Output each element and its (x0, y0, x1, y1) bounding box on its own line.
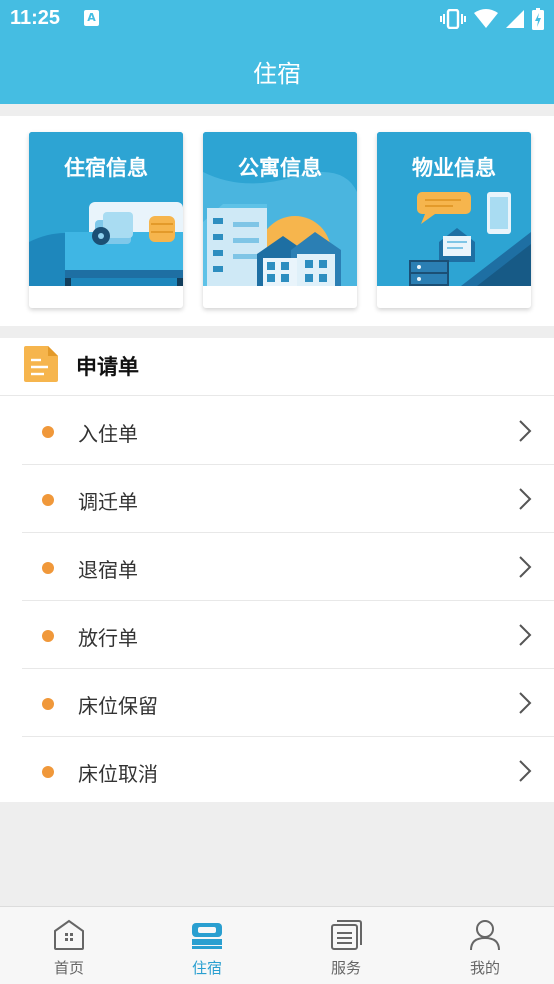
tab-profile[interactable]: 我的 (416, 907, 554, 984)
tab-label: 首页 (53, 959, 84, 977)
list-item-bed-cancel[interactable]: 床位取消 (22, 737, 554, 805)
list-item-label: 退宿单 (78, 558, 138, 582)
services-icon (331, 920, 362, 950)
tab-label: 住宿 (191, 959, 222, 977)
tab-label: 服务 (330, 959, 361, 977)
card-label: 公寓信息 (238, 156, 322, 180)
list-item-transfer[interactable]: 调迁单 (22, 465, 554, 533)
bullet-dot (42, 698, 54, 710)
bullet-dot (42, 630, 54, 642)
applications-title: 申请单 (76, 355, 139, 379)
chevron-right-icon (519, 420, 532, 442)
vibrate-icon (440, 9, 466, 29)
bullet-dot (42, 766, 54, 778)
card-property-info[interactable]: 物业信息 (377, 132, 531, 308)
bed-illustration: 住宿信息 (29, 132, 183, 286)
notification-icon: A (84, 10, 99, 26)
list-item-label: 调迁单 (78, 490, 138, 514)
battery-icon (532, 8, 544, 30)
status-bar: 11:25 A (0, 0, 554, 38)
document-icon (24, 346, 58, 382)
tab-services[interactable]: 服务 (277, 907, 415, 984)
card-label: 住宿信息 (64, 156, 148, 180)
status-time: 11:25 (10, 7, 61, 29)
bed-icon (192, 923, 222, 949)
list-item-check-out[interactable]: 退宿单 (22, 533, 554, 601)
list-item-label: 床位保留 (78, 694, 158, 718)
chevron-right-icon (519, 624, 532, 646)
profile-icon (470, 920, 500, 951)
applications-section: 申请单 入住单 调迁单 退宿单 放行单 床位保留 床位取消 (0, 338, 554, 802)
chevron-right-icon (519, 556, 532, 578)
apartment-illustration: 公寓信息 (203, 132, 357, 286)
status-icons (440, 8, 544, 30)
bullet-dot (42, 562, 54, 574)
list-item-label: 入住单 (78, 422, 138, 446)
page-title: 住宿 (253, 60, 301, 88)
property-illustration: 物业信息 (377, 132, 531, 286)
card-accommodation-info[interactable]: 住宿信息 (29, 132, 183, 308)
app-header: 住宿 (0, 38, 554, 104)
card-apartment-info[interactable]: 公寓信息 (203, 132, 357, 308)
info-cards: 住宿信息 公寓信息 物业信息 (0, 116, 554, 326)
tab-accommodation[interactable]: 住宿 (138, 907, 276, 984)
chevron-right-icon (519, 692, 532, 714)
list-item-label: 床位取消 (78, 762, 158, 786)
home-icon (54, 919, 84, 950)
card-label: 物业信息 (412, 156, 496, 180)
chevron-right-icon (519, 760, 532, 782)
applications-header: 申请单 (0, 338, 554, 396)
list-item-release[interactable]: 放行单 (22, 601, 554, 669)
chevron-right-icon (519, 488, 532, 510)
bottom-tab-bar: 首页 住宿 服务 我的 (0, 906, 554, 984)
bullet-dot (42, 426, 54, 438)
signal-icon (506, 10, 524, 28)
tab-label: 我的 (469, 959, 500, 977)
wifi-icon (474, 9, 498, 28)
tab-home[interactable]: 首页 (0, 907, 138, 984)
list-item-bed-reserve[interactable]: 床位保留 (22, 669, 554, 737)
bullet-dot (42, 494, 54, 506)
list-item-label: 放行单 (78, 626, 138, 650)
list-item-check-in[interactable]: 入住单 (22, 397, 554, 465)
